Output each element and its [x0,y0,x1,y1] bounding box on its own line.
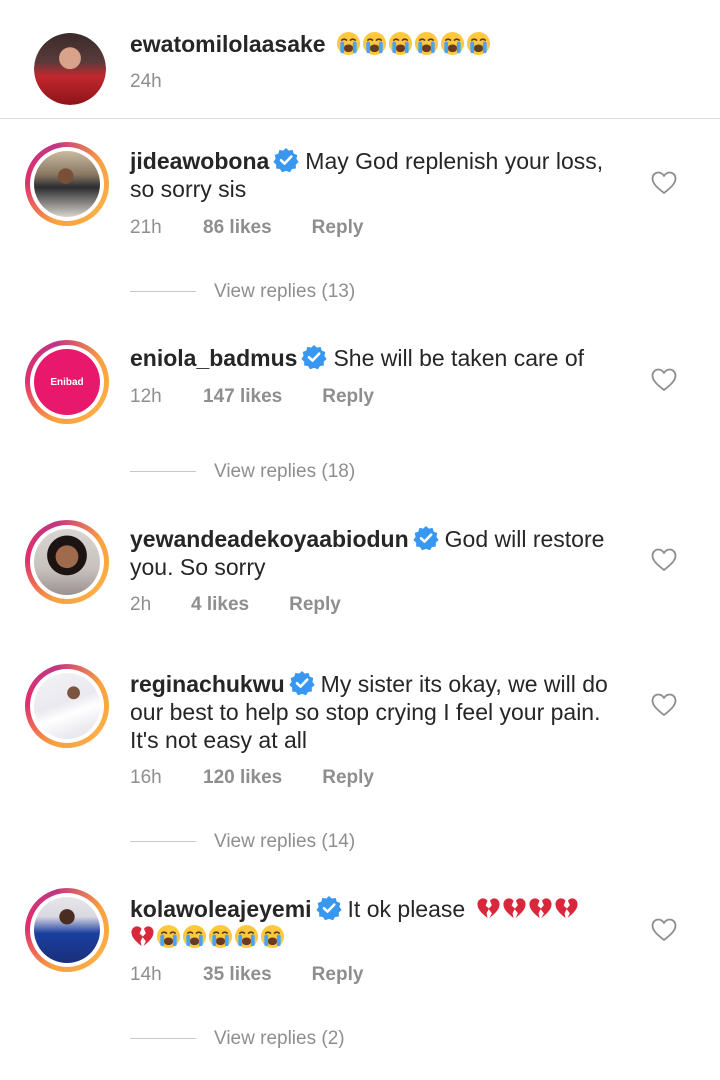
view-replies-label: View replies (2) [214,1028,345,1049]
caption-text: ewatomilolaasake [130,30,630,58]
view-replies-label: View replies (14) [214,831,356,852]
crying-face-icon [234,924,259,949]
crying-face-icon [466,31,491,56]
comment-username[interactable]: yewandeadekoyaabiodun [130,526,409,552]
comment-likes[interactable]: 120 likes [203,767,282,789]
verified-badge-icon [316,895,342,921]
comment-text: reginachukwu My sister its okay, we will … [130,670,630,754]
crying-face-icon [260,924,285,949]
comment-time: 12h [130,386,162,407]
post-caption: ewatomilolaasake 24h [0,0,720,119]
comment-likes[interactable]: 4 likes [191,594,249,616]
caption-time: 24h [130,71,162,92]
comments-screen: ewatomilolaasake 24h jideawobona May God … [0,0,720,1080]
like-heart-icon[interactable] [651,171,677,195]
caption-meta: 24h [130,71,162,93]
caption-avatar[interactable] [34,33,106,105]
comment-text: jideawobona May God replenish your loss, … [130,147,630,203]
crying-face-icon [414,31,439,56]
verified-badge-icon [413,525,439,551]
crying-face-icon [336,31,361,56]
comment-time: 2h [130,594,152,615]
comment-avatar[interactable] [25,520,109,604]
crying-face-icon [440,31,465,56]
broken-heart-icon [476,896,501,921]
comment-text: yewandeadekoyaabiodun God will restore yo… [130,525,630,581]
comment-meta: 21h 86 likes Reply [130,217,363,239]
crying-face-icon [362,31,387,56]
replies-divider-line [130,291,196,293]
crying-face-icon [156,924,181,949]
comment-meta: 12h 147 likes Reply [130,386,374,408]
comment-meta: 16h 120 likes Reply [130,767,374,789]
crying-face-icon [208,924,233,949]
comment-likes[interactable]: 86 likes [203,217,272,239]
like-heart-icon[interactable] [651,368,677,392]
comment-time: 14h [130,964,162,985]
crying-face-icon [182,924,207,949]
comment-time: 16h [130,767,162,788]
broken-heart-icon [554,896,579,921]
comment-avatar[interactable] [25,888,109,972]
comment-meta: 2h 4 likes Reply [130,594,341,616]
like-heart-icon[interactable] [651,548,677,572]
view-replies-button[interactable]: View replies (13) [130,281,355,303]
broken-heart-icon [130,924,155,949]
reply-button[interactable]: Reply [312,217,364,239]
comment-body: She will be taken care of [333,345,585,371]
verified-badge-icon [301,344,327,370]
view-replies-button[interactable]: View replies (2) [130,1028,345,1050]
view-replies-label: View replies (18) [214,461,356,482]
reply-button[interactable]: Reply [322,767,374,789]
comment-time: 21h [130,217,162,238]
view-replies-button[interactable]: View replies (14) [130,831,355,853]
comment-text: kolawoleajeyemi It ok please [130,895,630,951]
like-heart-icon[interactable] [651,693,677,717]
verified-badge-icon [289,670,315,696]
comment-username[interactable]: jideawobona [130,148,269,174]
crying-face-icon [388,31,413,56]
caption-username[interactable]: ewatomilolaasake [130,31,326,57]
view-replies-button[interactable]: View replies (18) [130,461,355,483]
broken-heart-icon [502,896,527,921]
reply-button[interactable]: Reply [289,594,341,616]
enibad-logo: Enibad [50,376,84,388]
verified-badge-icon [273,147,299,173]
comment-avatar[interactable] [25,142,109,226]
like-heart-icon[interactable] [651,918,677,942]
comment-meta: 14h 35 likes Reply [130,964,363,986]
comment-username[interactable]: reginachukwu [130,671,285,697]
reply-button[interactable]: Reply [312,964,364,986]
comment-username[interactable]: eniola_badmus [130,345,297,371]
broken-heart-icon [528,896,553,921]
comment-text: eniola_badmus She will be taken care of [130,344,630,372]
view-replies-label: View replies (13) [214,281,356,302]
caption-emojis [336,31,492,57]
comment-likes[interactable]: 147 likes [203,386,282,408]
replies-divider-line [130,471,196,473]
comment-avatar[interactable]: Enibad [25,340,109,424]
comment-avatar[interactable] [25,664,109,748]
replies-divider-line [130,1038,196,1040]
comment-body: It ok please [347,896,466,922]
comment-likes[interactable]: 35 likes [203,964,272,986]
comment-username[interactable]: kolawoleajeyemi [130,896,312,922]
replies-divider-line [130,841,196,843]
reply-button[interactable]: Reply [322,386,374,408]
